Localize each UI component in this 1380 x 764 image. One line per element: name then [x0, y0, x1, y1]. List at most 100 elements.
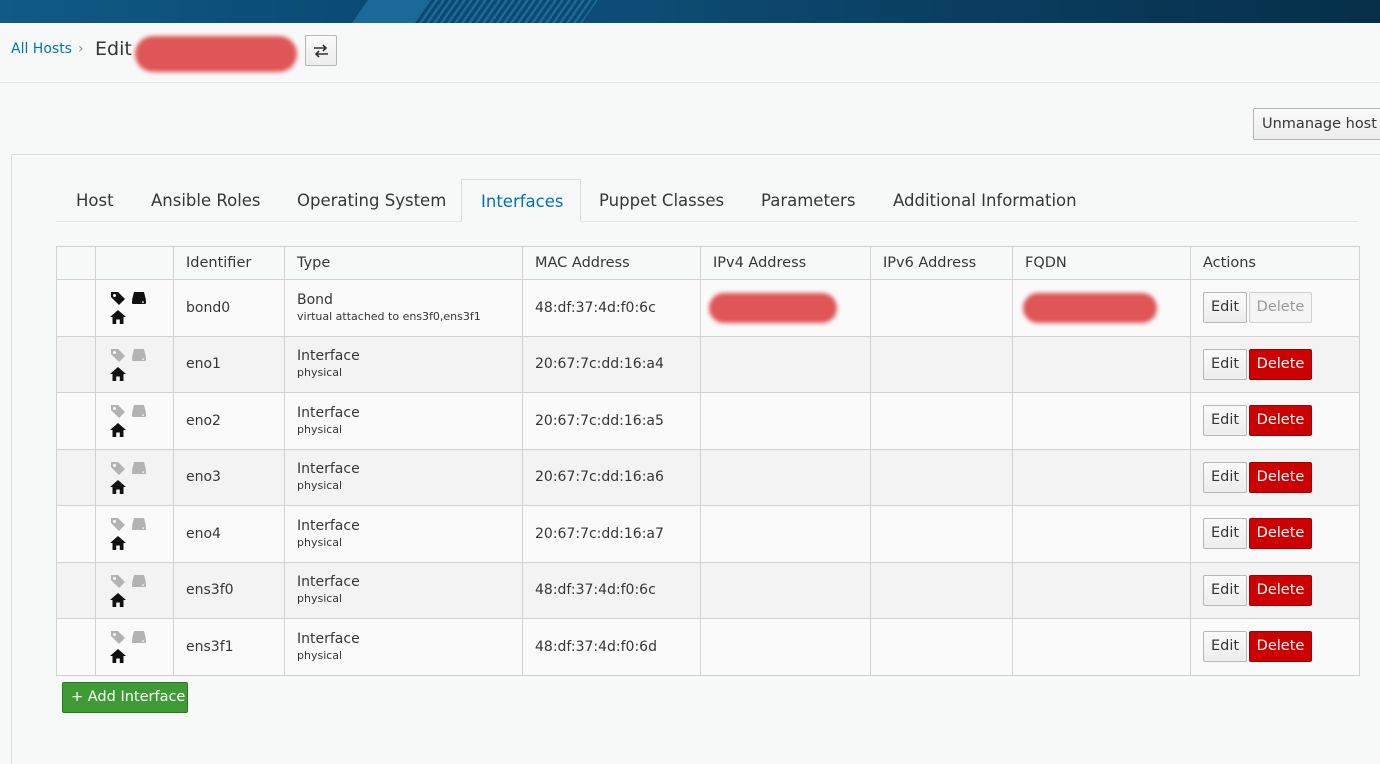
- mac-cell: 20:67:7c:dd:16:a5: [522, 392, 701, 450]
- fqdn-cell: [1012, 392, 1191, 450]
- row-flags-cell: [95, 561, 174, 619]
- switch-host-button[interactable]: [305, 35, 337, 66]
- tab-bar: Host Ansible Roles Operating System Inte…: [56, 179, 1358, 222]
- identifier-cell: eno2: [173, 392, 285, 450]
- table-row: eno3 Interface physical 20:67:7c:dd:16:a…: [56, 448, 1360, 506]
- unmanage-host-button[interactable]: Unmanage host: [1253, 108, 1380, 140]
- managed-home-icon: [110, 310, 128, 325]
- column-header-actions: Actions: [1190, 246, 1360, 280]
- row-flags-cell: [95, 618, 174, 676]
- edit-interface-button[interactable]: Edit: [1203, 405, 1247, 437]
- ipv4-cell: [700, 561, 871, 619]
- breadcrumb: All Hosts › Edit: [0, 23, 1380, 83]
- ipv6-cell: [870, 279, 1013, 337]
- primary-tag-icon: [110, 404, 128, 419]
- fqdn-cell: [1012, 505, 1191, 563]
- row-select-cell: [56, 561, 96, 619]
- identifier-cell: eno4: [173, 505, 285, 563]
- actions-cell: Edit Delete: [1190, 448, 1360, 506]
- managed-home-icon: [110, 479, 128, 494]
- primary-tag-icon: [110, 630, 128, 645]
- edit-interface-button[interactable]: Edit: [1203, 348, 1247, 380]
- ipv6-cell: [870, 335, 1013, 393]
- identifier-cell: bond0: [173, 279, 285, 337]
- delete-interface-button[interactable]: Delete: [1249, 631, 1312, 663]
- column-header-mac: MAC Address: [522, 246, 701, 280]
- identifier-cell: eno1: [173, 335, 285, 393]
- ipv4-cell: [700, 618, 871, 676]
- row-select-cell: [56, 505, 96, 563]
- type-detail: physical: [297, 479, 343, 493]
- delete-interface-button[interactable]: Delete: [1249, 405, 1312, 437]
- table-row: eno2 Interface physical 20:67:7c:dd:16:a…: [56, 392, 1360, 450]
- provision-drive-icon: [131, 630, 149, 644]
- breadcrumb-separator: ›: [78, 41, 84, 57]
- row-flags-cell: [95, 505, 174, 563]
- delete-interface-button[interactable]: Delete: [1249, 461, 1312, 493]
- edit-interface-button[interactable]: Edit: [1203, 631, 1247, 663]
- ipv4-cell: [700, 335, 871, 393]
- row-select-cell: [56, 335, 96, 393]
- table-header-row: Identifier Type MAC Address IPv4 Address…: [56, 246, 1360, 280]
- edit-interface-button[interactable]: Edit: [1203, 574, 1247, 606]
- table-row: ens3f1 Interface physical 48:df:37:4d:f0…: [56, 618, 1360, 676]
- primary-tag-icon: [110, 461, 128, 475]
- tab-host[interactable]: Host: [56, 179, 131, 222]
- tab-additional-information[interactable]: Additional Information: [874, 179, 1094, 222]
- provision-drive-icon: [131, 574, 149, 588]
- row-select-cell: [56, 392, 96, 450]
- tab-operating-system[interactable]: Operating System: [277, 179, 461, 222]
- fqdn-cell: [1012, 279, 1191, 337]
- delete-interface-button[interactable]: Delete: [1249, 348, 1312, 380]
- column-header-identifier: Identifier: [173, 246, 285, 280]
- type-cell: Interface physical: [284, 392, 523, 450]
- type-label: Interface: [297, 461, 360, 478]
- delete-interface-button[interactable]: Delete: [1249, 518, 1312, 550]
- managed-home-icon: [110, 423, 128, 438]
- edit-interface-button[interactable]: Edit: [1203, 518, 1247, 550]
- delete-interface-button[interactable]: Delete: [1249, 574, 1312, 606]
- column-header-fqdn: FQDN: [1012, 246, 1191, 280]
- type-label: Bond: [297, 291, 333, 308]
- swap-arrows-icon: [314, 43, 328, 58]
- redacted-ipv4: [709, 293, 837, 323]
- identifier-cell: ens3f0: [173, 561, 285, 619]
- edit-interface-button[interactable]: Edit: [1203, 461, 1247, 493]
- type-label: Interface: [297, 404, 360, 421]
- type-label: Interface: [297, 348, 360, 365]
- add-interface-button[interactable]: + Add Interface: [62, 682, 188, 713]
- actions-cell: Edit Delete: [1190, 335, 1360, 393]
- table-row: ens3f0 Interface physical 48:df:37:4d:f0…: [56, 561, 1360, 619]
- column-header-type: Type: [284, 246, 523, 280]
- type-label: Interface: [297, 517, 360, 534]
- row-select-cell: [56, 618, 96, 676]
- mac-cell: 20:67:7c:dd:16:a6: [522, 448, 701, 506]
- tab-ansible-roles[interactable]: Ansible Roles: [131, 179, 277, 222]
- managed-home-icon: [110, 536, 128, 551]
- tab-puppet-classes[interactable]: Puppet Classes: [581, 179, 742, 222]
- mac-cell: 20:67:7c:dd:16:a4: [522, 335, 701, 393]
- ipv6-cell: [870, 618, 1013, 676]
- table-row: eno4 Interface physical 20:67:7c:dd:16:a…: [56, 505, 1360, 563]
- ipv6-cell: [870, 392, 1013, 450]
- actions-cell: Edit Delete: [1190, 618, 1360, 676]
- type-detail: virtual attached to ens3f0,ens3f1: [297, 309, 481, 323]
- actions-cell: Edit Delete: [1190, 279, 1360, 337]
- top-navbar: [0, 0, 1380, 23]
- row-select-cell: [56, 448, 96, 506]
- edit-interface-button[interactable]: Edit: [1203, 292, 1247, 324]
- tab-interfaces[interactable]: Interfaces: [461, 179, 581, 222]
- type-cell: Interface physical: [284, 561, 523, 619]
- redacted-fqdn: [1023, 293, 1157, 323]
- mac-cell: 20:67:7c:dd:16:a7: [522, 505, 701, 563]
- provision-drive-icon: [131, 517, 149, 531]
- type-detail: physical: [297, 422, 343, 436]
- table-row: bond0 Bond virtual attached to ens3f0,en…: [56, 279, 1360, 337]
- actions-cell: Edit Delete: [1190, 505, 1360, 563]
- fqdn-cell: [1012, 448, 1191, 506]
- ipv4-cell: [700, 279, 871, 337]
- fqdn-cell: [1012, 561, 1191, 619]
- breadcrumb-all-hosts-link[interactable]: All Hosts: [11, 41, 72, 57]
- tab-parameters[interactable]: Parameters: [742, 179, 874, 222]
- type-label: Interface: [297, 574, 360, 591]
